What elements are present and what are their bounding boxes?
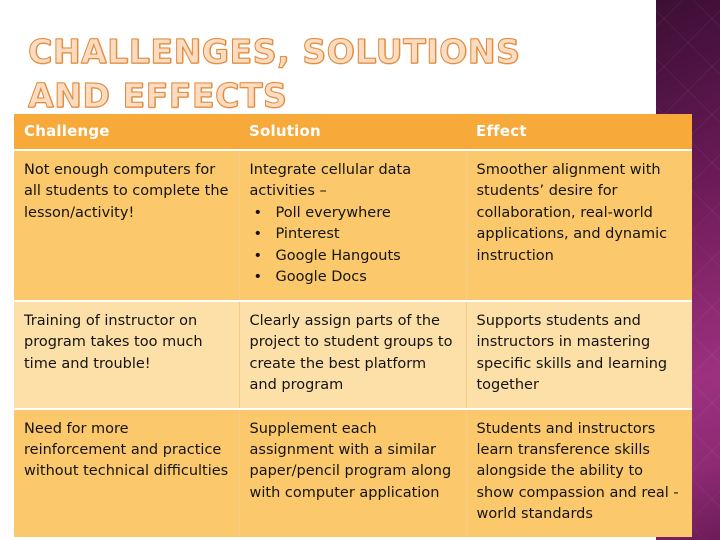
list-item: Google Hangouts <box>250 246 456 268</box>
table-row: Need for more reinforcement and practice… <box>14 407 692 537</box>
column-header-solution: Solution <box>239 114 466 150</box>
column-header-effect: Effect <box>466 114 692 150</box>
table-header: Challenge Solution Effect <box>14 114 692 150</box>
cell-effect: Students and instructors learn transfere… <box>465 407 692 537</box>
list-item: Google Docs <box>250 267 456 289</box>
cell-challenge: Not enough computers for all students to… <box>14 149 240 301</box>
table-body: Not enough computers for all students to… <box>14 149 692 537</box>
cell-effect: Smoother alignment with students’ desire… <box>465 149 692 301</box>
effect-text: Students and instructors learn transfere… <box>476 420 679 523</box>
challenges-table-wrapper: Challenge Solution Effect Not enough com… <box>14 114 692 537</box>
table-row: Not enough computers for all students to… <box>14 149 692 301</box>
solution-bullet-list: Poll everywhere Pinterest Google Hangout… <box>250 203 456 289</box>
page-title: CHALLENGES, SOLUTIONS AND EFFECTS <box>28 32 521 116</box>
solution-lead-text: Integrate cellular data activities – <box>249 162 412 200</box>
table-row: Training of instructor on program takes … <box>14 299 692 409</box>
cell-effect: Supports students and instructors in mas… <box>465 299 692 409</box>
list-item: Pinterest <box>250 224 456 246</box>
challenge-text: Training of instructor on program takes … <box>24 312 203 372</box>
list-item: Poll everywhere <box>250 203 456 225</box>
challenges-solutions-effects-table: Challenge Solution Effect Not enough com… <box>14 114 692 537</box>
effect-text: Smoother alignment with students’ desire… <box>476 162 668 264</box>
slide-canvas: CHALLENGES, SOLUTIONS AND EFFECTS Challe… <box>0 0 720 540</box>
challenge-text: Not enough computers for all students to… <box>24 162 229 221</box>
cell-solution: Clearly assign parts of the project to s… <box>238 299 467 409</box>
column-header-challenge: Challenge <box>14 114 239 150</box>
table-header-row: Challenge Solution Effect <box>14 114 692 150</box>
solution-lead-text: Clearly assign parts of the project to s… <box>249 312 453 394</box>
cell-solution: Supplement each assignment with a simila… <box>238 407 467 537</box>
solution-lead-text: Supplement each assignment with a simila… <box>249 420 452 501</box>
cell-challenge: Training of instructor on program takes … <box>14 299 240 409</box>
cell-challenge: Need for more reinforcement and practice… <box>14 407 240 537</box>
cell-solution: Integrate cellular data activities – Pol… <box>238 149 467 301</box>
effect-text: Supports students and instructors in mas… <box>476 312 668 394</box>
challenge-text: Need for more reinforcement and practice… <box>24 420 229 480</box>
